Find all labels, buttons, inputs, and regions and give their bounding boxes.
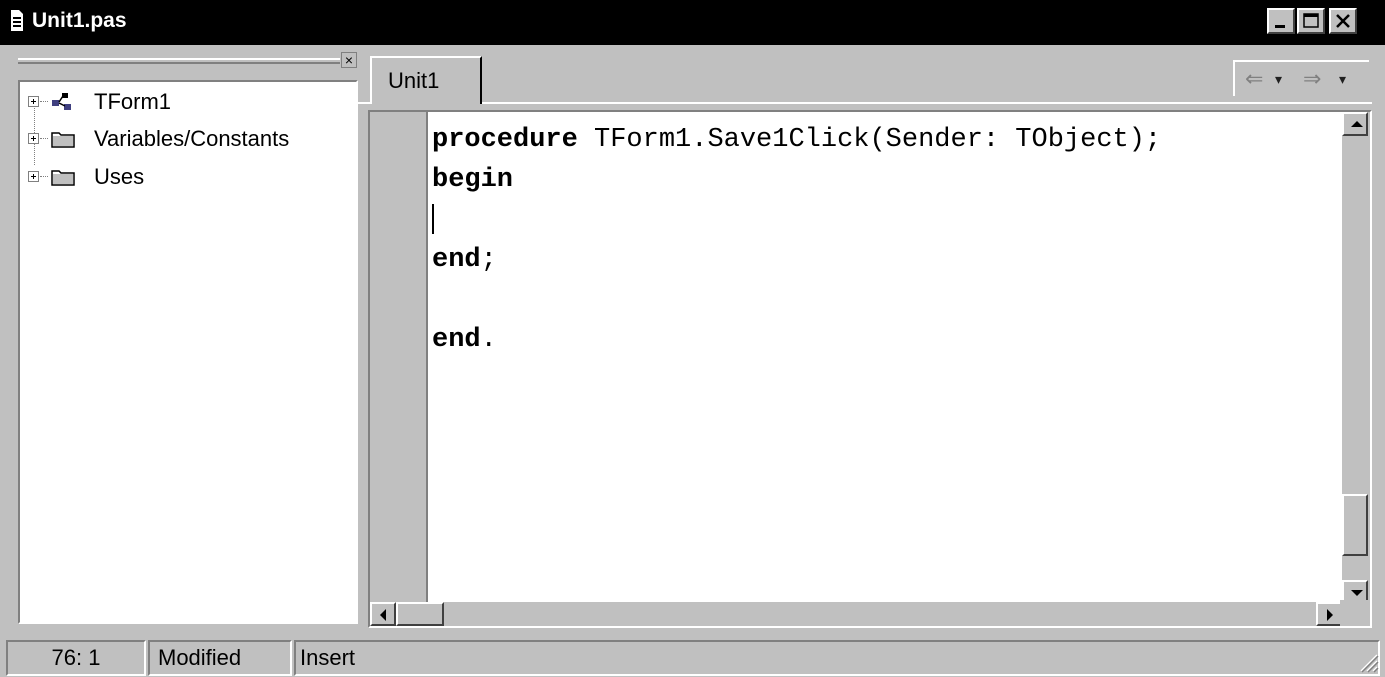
vertical-scroll-thumb[interactable]: [1342, 494, 1368, 556]
forward-dropdown-icon[interactable]: ▾: [1339, 68, 1346, 90]
tree-connector: [40, 101, 48, 102]
arrow-down-icon: [1351, 590, 1363, 596]
back-arrow-icon[interactable]: ⇐: [1245, 68, 1263, 90]
horizontal-scroll-thumb[interactable]: [396, 602, 444, 626]
tree-item-label: TForm1: [94, 89, 171, 114]
vertical-scrollbar[interactable]: [1342, 112, 1370, 604]
tab-divider: [482, 102, 1372, 104]
expand-icon[interactable]: [28, 171, 39, 182]
code-line: end.: [432, 320, 497, 360]
tree-item-label: Uses: [94, 164, 145, 189]
horizontal-scrollbar[interactable]: [370, 602, 1342, 626]
minimize-button[interactable]: [1267, 8, 1295, 34]
keyword: end: [432, 245, 481, 275]
maximize-icon: [1303, 13, 1319, 28]
explorer-close-button[interactable]: ×: [341, 52, 357, 68]
code-text-area[interactable]: procedure TForm1.Save1Click(Sender: TObj…: [432, 118, 1340, 600]
arrow-right-icon: [1327, 609, 1333, 621]
back-dropdown-icon[interactable]: ▾: [1275, 68, 1282, 90]
navigation-arrows: ⇐ ▾ ⇒ ▾: [1233, 60, 1369, 96]
status-bar: 76: 1 Modified Insert: [0, 634, 1385, 677]
modified-indicator: Modified: [148, 640, 292, 676]
code-line: procedure TForm1.Save1Click(Sender: TObj…: [432, 120, 1161, 160]
tree-item-uses[interactable]: Uses: [20, 163, 350, 191]
resize-grip-icon[interactable]: [1357, 651, 1379, 673]
keyword: end: [432, 325, 481, 355]
expand-icon[interactable]: [28, 133, 39, 144]
code-text: .: [480, 325, 497, 355]
code-explorer-tree[interactable]: TForm1 Variables/Constants Uses: [18, 80, 358, 624]
form-class-icon: [52, 93, 71, 110]
maximize-button[interactable]: [1297, 8, 1325, 34]
code-text: TForm1.Save1Click(Sender: TObject);: [577, 125, 1162, 155]
explorer-drag-handle[interactable]: [18, 58, 340, 64]
scrollbar-corner: [1340, 600, 1370, 626]
code-editor[interactable]: procedure TForm1.Save1Click(Sender: TObj…: [368, 110, 1372, 628]
title-bar[interactable]: Unit1.pas: [0, 0, 1385, 45]
tree-connector: [40, 176, 48, 177]
editor-gutter[interactable]: [370, 112, 428, 604]
code-text: ;: [480, 245, 497, 275]
tree-item-label: Variables/Constants: [94, 126, 290, 151]
keyword: procedure: [432, 125, 578, 155]
expand-icon[interactable]: [28, 96, 39, 107]
minimize-icon: [1275, 25, 1285, 28]
code-line: end;: [432, 240, 497, 280]
code-line: begin: [432, 160, 513, 200]
tree-item-tform1[interactable]: TForm1: [20, 88, 350, 116]
close-icon: [1336, 14, 1350, 28]
document-icon: [11, 10, 23, 31]
keyword: begin: [432, 165, 514, 195]
window-title: Unit1.pas: [32, 9, 127, 32]
arrow-up-icon: [1351, 121, 1363, 127]
scroll-up-button[interactable]: [1342, 112, 1368, 136]
tab-label: Unit1: [388, 68, 440, 93]
close-button[interactable]: [1329, 8, 1357, 34]
tree-connector: [40, 138, 48, 139]
text-cursor: [432, 204, 434, 234]
forward-arrow-icon[interactable]: ⇒: [1303, 68, 1321, 90]
tree-item-variables-constants[interactable]: Variables/Constants: [20, 125, 350, 153]
folder-icon: [51, 132, 75, 148]
cursor-position: 76: 1: [6, 640, 146, 676]
scroll-left-button[interactable]: [370, 602, 396, 626]
tab-divider: [358, 102, 370, 104]
tab-unit1[interactable]: Unit1: [370, 56, 482, 104]
insert-mode-indicator: Insert: [294, 640, 1380, 676]
arrow-left-icon: [380, 609, 386, 621]
folder-icon: [51, 170, 75, 186]
scroll-right-button[interactable]: [1316, 602, 1342, 626]
